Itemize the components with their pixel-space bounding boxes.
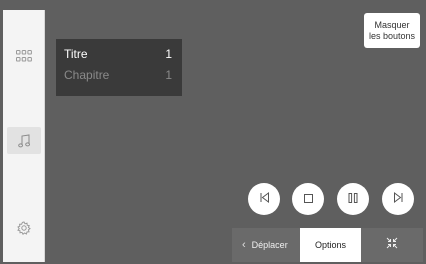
next-track-icon [393,190,404,208]
options-button[interactable]: Options [300,228,361,262]
track-info-panel: Titre 1 Chapitre 1 [56,39,182,96]
hide-buttons-line2: les boutons [368,30,416,41]
hide-buttons-line1: Masquer [374,19,410,30]
screen: Titre 1 Chapitre 1 Masquer les boutons ‹… [0,0,426,264]
minimize-button[interactable] [361,228,423,262]
previous-track-button[interactable] [248,183,280,215]
chapter-label: Chapitre [64,68,110,82]
hide-buttons-button[interactable]: Masquer les boutons [364,13,420,48]
title-label: Titre [64,47,88,61]
previous-track-icon [259,190,270,208]
stop-button[interactable] [292,183,324,215]
settings-gear-icon[interactable] [3,218,44,238]
chevron-left-icon: ‹ [242,239,246,251]
stop-icon [303,190,313,208]
chapter-row: Chapitre 1 [64,65,172,85]
music-note-icon[interactable] [7,127,41,154]
title-value: 1 [165,47,172,61]
pause-icon [348,190,358,208]
pause-button[interactable] [337,183,369,215]
next-track-button[interactable] [382,183,414,215]
chapter-value: 1 [165,68,172,82]
move-label: Déplacer [251,240,288,250]
minimize-icon [386,236,398,254]
main-area: Titre 1 Chapitre 1 Masquer les boutons ‹… [45,10,423,262]
move-button[interactable]: ‹ Déplacer [232,228,300,262]
sidebar [3,10,45,262]
apps-grid-icon[interactable] [3,46,44,66]
options-label: Options [314,240,347,250]
title-row: Titre 1 [64,44,172,64]
bottom-bar: ‹ Déplacer Options [232,228,423,262]
